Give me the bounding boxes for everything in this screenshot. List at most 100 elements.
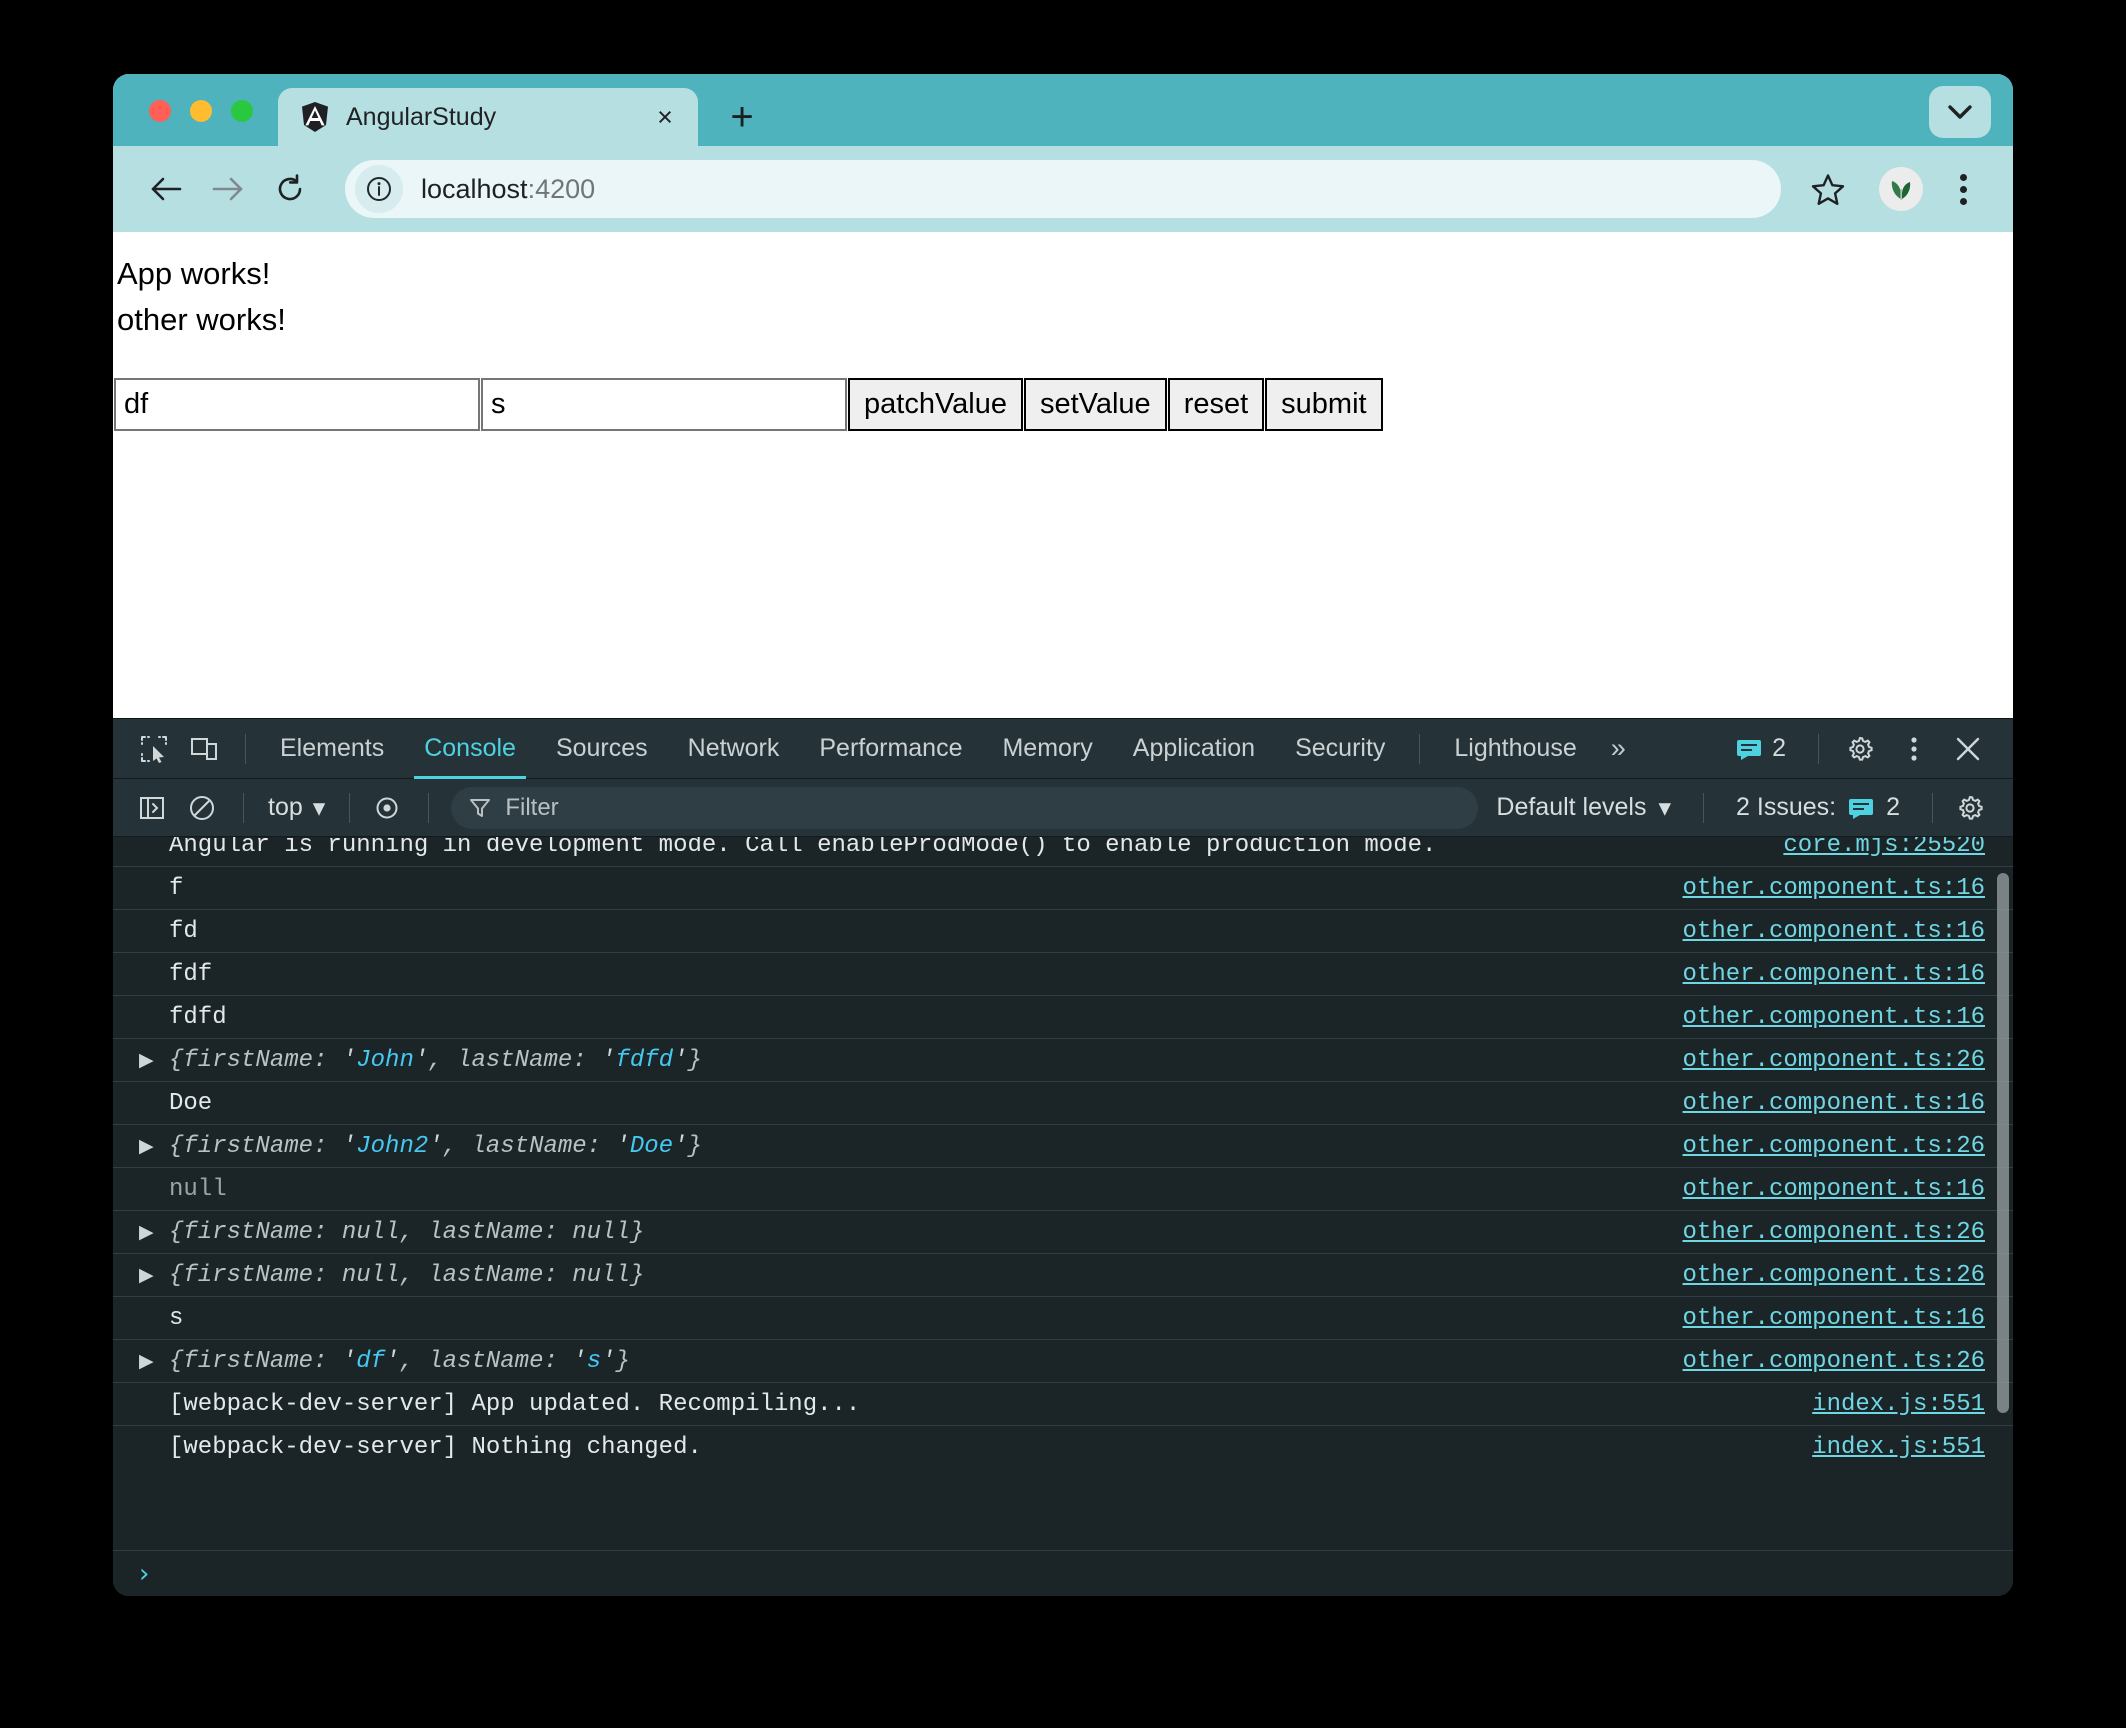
chevron-down-icon[interactable] — [1929, 86, 1991, 138]
tab-memory[interactable]: Memory — [982, 719, 1112, 779]
console-log-text: f — [169, 874, 184, 902]
tab-strip: AngularStudy × + — [113, 74, 2013, 146]
address-bar[interactable]: localhost:4200 — [345, 160, 1781, 218]
issues-badge[interactable]: 2 — [1722, 734, 1800, 763]
tab-application[interactable]: Application — [1113, 719, 1275, 779]
console-log-text: [webpack-dev-server] Nothing changed. — [169, 1433, 702, 1461]
window-minimize-button[interactable] — [190, 100, 212, 122]
clear-console-icon[interactable] — [179, 785, 225, 831]
disclosure-triangle-icon[interactable]: ▶ — [139, 1264, 161, 1286]
console-filter-input[interactable]: Filter — [451, 786, 1479, 829]
console-context-selector[interactable]: top ▾ — [258, 793, 335, 823]
console-source-link[interactable]: index.js:551 — [1812, 1434, 1985, 1461]
console-source-link[interactable]: other.component.ts:16 — [1683, 918, 1985, 945]
console-issues-badge[interactable]: 2 Issues: 2 — [1718, 793, 1918, 822]
close-icon[interactable] — [1945, 726, 1991, 772]
url-host: localhost — [421, 173, 528, 204]
console-source-link[interactable]: other.component.ts:26 — [1683, 1348, 1985, 1375]
close-icon[interactable]: × — [650, 102, 680, 132]
console-source-link[interactable]: index.js:551 — [1812, 1391, 1985, 1418]
console-log-message: Angular is running in development mode. … — [139, 837, 1759, 859]
disclosure-triangle-icon[interactable]: ▶ — [139, 1049, 161, 1071]
new-tab-button[interactable]: + — [721, 96, 763, 138]
console-log-row[interactable]: Angular is running in development mode. … — [113, 837, 2013, 866]
console-source-link[interactable]: other.component.ts:16 — [1683, 875, 1985, 902]
console-log-row[interactable]: fdf other.component.ts:16 — [113, 952, 2013, 995]
back-button[interactable] — [135, 158, 197, 220]
tab-lighthouse[interactable]: Lighthouse — [1434, 719, 1596, 779]
reset-button[interactable]: reset — [1167, 378, 1265, 431]
console-log-row[interactable]: ▶ {firstName: null, lastName: null} other.… — [113, 1210, 2013, 1253]
live-expression-eye-icon[interactable] — [364, 785, 410, 831]
browser-tab-title: AngularStudy — [346, 102, 497, 131]
console-log-text: fdf — [169, 960, 213, 988]
patch-value-button[interactable]: patchValue — [848, 378, 1023, 431]
disclosure-triangle-icon[interactable]: ▶ — [139, 1221, 161, 1243]
console-log-row[interactable]: null other.component.ts:16 — [113, 1167, 2013, 1210]
gear-icon[interactable] — [1837, 726, 1883, 772]
console-source-link[interactable]: other.component.ts:16 — [1683, 1305, 1985, 1332]
browser-tab-angularstudy[interactable]: AngularStudy × — [278, 88, 698, 146]
console-log-text: [webpack-dev-server] App updated. Recomp… — [169, 1390, 861, 1418]
console-source-link[interactable]: other.component.ts:26 — [1683, 1133, 1985, 1160]
window-maximize-button[interactable] — [231, 100, 253, 122]
console-log-row[interactable]: ▶ {firstName: 'John2', lastName: 'Doe'} ot… — [113, 1124, 2013, 1167]
console-log-row[interactable]: f other.component.ts:16 — [113, 866, 2013, 909]
window-close-button[interactable] — [149, 100, 171, 122]
console-prompt[interactable]: › — [113, 1550, 2013, 1596]
console-source-link[interactable]: other.component.ts:16 — [1683, 1176, 1985, 1203]
console-source-link[interactable]: other.component.ts:26 — [1683, 1262, 1985, 1289]
console-log-row[interactable]: fd other.component.ts:16 — [113, 909, 2013, 952]
last-name-input[interactable] — [481, 378, 847, 431]
three-dots-vertical-icon[interactable] — [1937, 160, 1989, 218]
avatar[interactable] — [1879, 167, 1923, 211]
tab-performance[interactable]: Performance — [799, 719, 982, 779]
info-circle-icon[interactable] — [355, 165, 403, 213]
console-object-preview: {firstName: 'John', lastName: 'fdfd'} — [169, 1046, 702, 1074]
console-source-link[interactable]: other.component.ts:26 — [1683, 1047, 1985, 1074]
console-source-link[interactable]: other.component.ts:16 — [1683, 1004, 1985, 1031]
issues-count: 2 — [1772, 734, 1786, 762]
tab-network[interactable]: Network — [668, 719, 800, 779]
name-form: patchValue setValue reset submit — [113, 378, 2013, 431]
console-log-row[interactable]: s other.component.ts:16 — [113, 1296, 2013, 1339]
gear-icon[interactable] — [1947, 785, 1993, 831]
devtools-tabbar: Elements Console Sources Network Perform… — [113, 719, 2013, 779]
forward-button[interactable] — [197, 158, 259, 220]
disclosure-triangle-icon[interactable]: ▶ — [139, 1135, 161, 1157]
console-source-link[interactable]: other.component.ts:16 — [1683, 1090, 1985, 1117]
first-name-input[interactable] — [114, 378, 480, 431]
reload-button[interactable] — [259, 158, 321, 220]
tab-security[interactable]: Security — [1275, 719, 1405, 779]
set-value-button[interactable]: setValue — [1023, 378, 1167, 431]
tab-console[interactable]: Console — [404, 719, 536, 779]
console-source-link[interactable]: other.component.ts:26 — [1683, 1219, 1985, 1246]
console-log-row[interactable]: [webpack-dev-server] Nothing changed. ind… — [113, 1425, 2013, 1468]
console-scrollbar[interactable] — [1997, 873, 2009, 1413]
disclosure-triangle-icon[interactable]: ▶ — [139, 1350, 161, 1372]
console-sidebar-icon[interactable] — [129, 785, 175, 831]
console-log-row[interactable]: ▶ {firstName: 'John', lastName: 'fdfd'} ot… — [113, 1038, 2013, 1081]
console-log-row[interactable]: Doe other.component.ts:16 — [113, 1081, 2013, 1124]
console-divider-4 — [1703, 792, 1705, 823]
submit-button[interactable]: submit — [1265, 378, 1383, 431]
console-log-text: fdfd — [169, 1003, 227, 1031]
console-source-link[interactable]: core.mjs:25520 — [1783, 837, 1985, 859]
inspect-element-icon[interactable] — [131, 726, 177, 772]
star-icon[interactable] — [1799, 160, 1857, 218]
console-source-link[interactable]: other.component.ts:16 — [1683, 961, 1985, 988]
tab-sources[interactable]: Sources — [536, 719, 668, 779]
console-log-list[interactable]: Angular is running in development mode. … — [113, 837, 2013, 1550]
three-dots-vertical-icon[interactable] — [1891, 726, 1937, 772]
console-log-row[interactable]: [webpack-dev-server] App updated. Recomp… — [113, 1382, 2013, 1425]
tab-elements[interactable]: Elements — [260, 719, 404, 779]
browser-toolbar: localhost:4200 — [113, 146, 2013, 232]
console-log-levels-selector[interactable]: Default levels ▾ — [1478, 793, 1689, 823]
more-tabs-icon[interactable]: » — [1597, 719, 1640, 779]
console-log-row[interactable]: ▶ {firstName: null, lastName: null} other.… — [113, 1253, 2013, 1296]
chevron-down-icon: ▾ — [1658, 793, 1672, 822]
page-viewport: App works! other works! patchValue setVa… — [113, 232, 2013, 718]
console-log-row[interactable]: fdfd other.component.ts:16 — [113, 995, 2013, 1038]
device-toolbar-icon[interactable] — [181, 726, 227, 772]
console-log-row[interactable]: ▶ {firstName: 'df', lastName: 's'} other.c… — [113, 1339, 2013, 1382]
